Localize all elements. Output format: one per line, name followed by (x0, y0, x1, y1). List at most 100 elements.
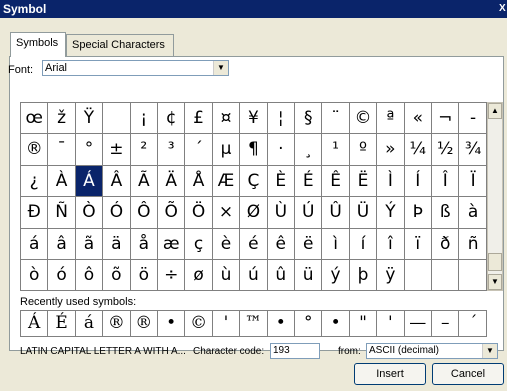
symbol-cell[interactable]: Ù (267, 197, 295, 229)
symbol-cell[interactable]: ü (295, 260, 323, 292)
recent-symbol[interactable]: á (76, 311, 104, 336)
symbol-cell[interactable]: í (349, 228, 378, 260)
symbol-cell[interactable]: Æ (212, 165, 241, 198)
tab-symbols[interactable]: Symbols (10, 32, 66, 57)
symbol-cell[interactable]: Ð (21, 197, 49, 229)
symbol-cell[interactable]: ð (432, 228, 460, 260)
symbol-cell[interactable]: à (459, 197, 487, 229)
symbol-cell[interactable]: ï (404, 228, 432, 260)
symbol-cell[interactable]: ¤ (212, 103, 241, 135)
symbol-cell[interactable]: ÿ (377, 260, 405, 292)
symbol-cell[interactable]: ° (75, 134, 104, 166)
symbol-cell[interactable]: ì (322, 228, 350, 260)
insert-button[interactable]: Insert (354, 363, 426, 385)
tab-special-characters[interactable]: Special Characters (66, 34, 174, 56)
symbol-cell[interactable]: « (404, 103, 432, 135)
cancel-button[interactable]: Cancel (432, 363, 504, 385)
recent-symbol[interactable]: ° (295, 311, 323, 336)
symbol-cell[interactable]: Ì (377, 165, 405, 198)
symbol-cell[interactable]: Ó (103, 197, 131, 229)
symbol-cell[interactable]: ù (213, 260, 241, 292)
recent-symbol[interactable]: • (322, 311, 350, 336)
symbol-cell[interactable]: Ç (240, 165, 268, 198)
symbol-cell[interactable]: Ò (75, 197, 104, 229)
symbol-cell[interactable]: ñ (459, 229, 487, 260)
symbol-cell[interactable]: Ä (158, 165, 186, 198)
symbol-cell[interactable]: ½ (432, 134, 460, 166)
recent-symbol[interactable]: • (268, 311, 295, 336)
symbol-cell[interactable]: å (130, 228, 158, 260)
symbol-cell[interactable]: Ü (349, 197, 378, 229)
symbol-cell[interactable]: œ (21, 103, 49, 135)
symbol-cell[interactable]: Á (75, 165, 104, 198)
symbol-cell[interactable]: î (377, 228, 405, 260)
symbol-cell[interactable]: Ë (349, 165, 378, 198)
recent-symbol[interactable]: ® (103, 311, 131, 336)
symbol-cell[interactable]: Ê (322, 165, 350, 198)
symbol-cell[interactable]: ² (130, 134, 158, 166)
symbol-cell[interactable]: ¢ (158, 103, 186, 135)
recent-symbol[interactable]: ' (377, 311, 405, 336)
symbol-cell[interactable]: û (268, 260, 295, 292)
symbol-cell[interactable]: õ (103, 260, 131, 292)
symbol-cell[interactable]: ´ (185, 134, 213, 166)
symbol-cell[interactable]: ³ (158, 134, 186, 166)
symbol-cell[interactable]: ¾ (459, 134, 487, 166)
symbol-cell[interactable]: ã (75, 228, 104, 260)
symbol-cell[interactable]: ± (103, 134, 131, 166)
symbol-cell[interactable] (459, 260, 486, 291)
symbol-cell[interactable]: ® (21, 134, 49, 166)
symbol-cell[interactable]: ¿ (21, 165, 49, 198)
symbol-cell[interactable]: Ø (240, 197, 268, 229)
symbol-cell[interactable]: Ï (459, 166, 487, 198)
symbol-cell[interactable] (103, 103, 131, 135)
symbol-cell[interactable]: Ã (130, 165, 158, 198)
recent-symbol[interactable]: ™ (240, 311, 268, 336)
symbol-cell[interactable]: þ (350, 260, 378, 292)
symbol-cell[interactable]: ž (48, 103, 76, 135)
symbol-cell[interactable]: µ (212, 134, 241, 166)
symbol-cell[interactable]: § (295, 103, 323, 135)
symbol-cell[interactable]: Þ (404, 197, 432, 229)
symbol-cell[interactable] (405, 260, 432, 292)
scroll-down-icon[interactable]: ▼ (488, 274, 502, 290)
symbol-cell[interactable]: Õ (158, 197, 186, 229)
symbol-cell[interactable]: Í (404, 165, 432, 198)
scrollbar-thumb[interactable] (488, 253, 502, 271)
symbol-cell[interactable]: æ (158, 228, 186, 260)
font-select[interactable]: Arial ▼ (42, 60, 229, 76)
symbol-cell[interactable]: · (267, 134, 295, 166)
recent-symbol[interactable]: ® (131, 311, 158, 336)
symbol-cell[interactable]: Î (432, 165, 460, 198)
symbol-cell[interactable]: ¸ (295, 134, 323, 166)
symbol-cell[interactable]: © (349, 103, 378, 135)
close-icon[interactable]: X (499, 0, 507, 18)
recent-symbol[interactable]: – (432, 311, 460, 336)
symbol-cell[interactable]: ø (185, 260, 213, 292)
symbol-cell[interactable]: ç (185, 228, 213, 260)
symbol-cell[interactable]: ö (131, 260, 158, 292)
symbol-cell[interactable]: £ (185, 103, 213, 135)
symbol-cell[interactable]: ¥ (240, 103, 268, 135)
from-select[interactable]: ASCII (decimal) ▼ (366, 343, 498, 359)
recent-symbol[interactable]: Á (21, 311, 49, 336)
symbol-cell[interactable]: À (48, 165, 76, 198)
character-code-input[interactable]: 193 (270, 343, 320, 359)
chevron-down-icon[interactable]: ▼ (213, 61, 228, 75)
symbol-cell[interactable]: Ö (185, 197, 213, 229)
symbol-cell[interactable]: Ÿ (75, 103, 104, 135)
symbol-cell[interactable]: Û (322, 197, 350, 229)
scroll-up-icon[interactable]: ▲ (488, 103, 502, 119)
symbol-cell[interactable]: ÷ (158, 260, 186, 292)
symbol-cell[interactable]: Ý (377, 197, 405, 229)
symbol-cell[interactable]: ý (322, 260, 350, 292)
symbol-cell[interactable]: é (240, 228, 268, 260)
chevron-down-icon[interactable]: ▼ (482, 344, 497, 358)
grid-scrollbar[interactable]: ▲ ▼ (487, 102, 503, 291)
symbol-cell[interactable]: ¨ (322, 103, 350, 135)
symbol-cell[interactable]: × (212, 197, 241, 229)
symbol-cell[interactable]: ó (48, 260, 76, 292)
symbol-cell[interactable]: â (48, 228, 76, 260)
recent-symbol[interactable]: ' (213, 311, 241, 336)
symbol-cell[interactable]: á (21, 228, 49, 260)
